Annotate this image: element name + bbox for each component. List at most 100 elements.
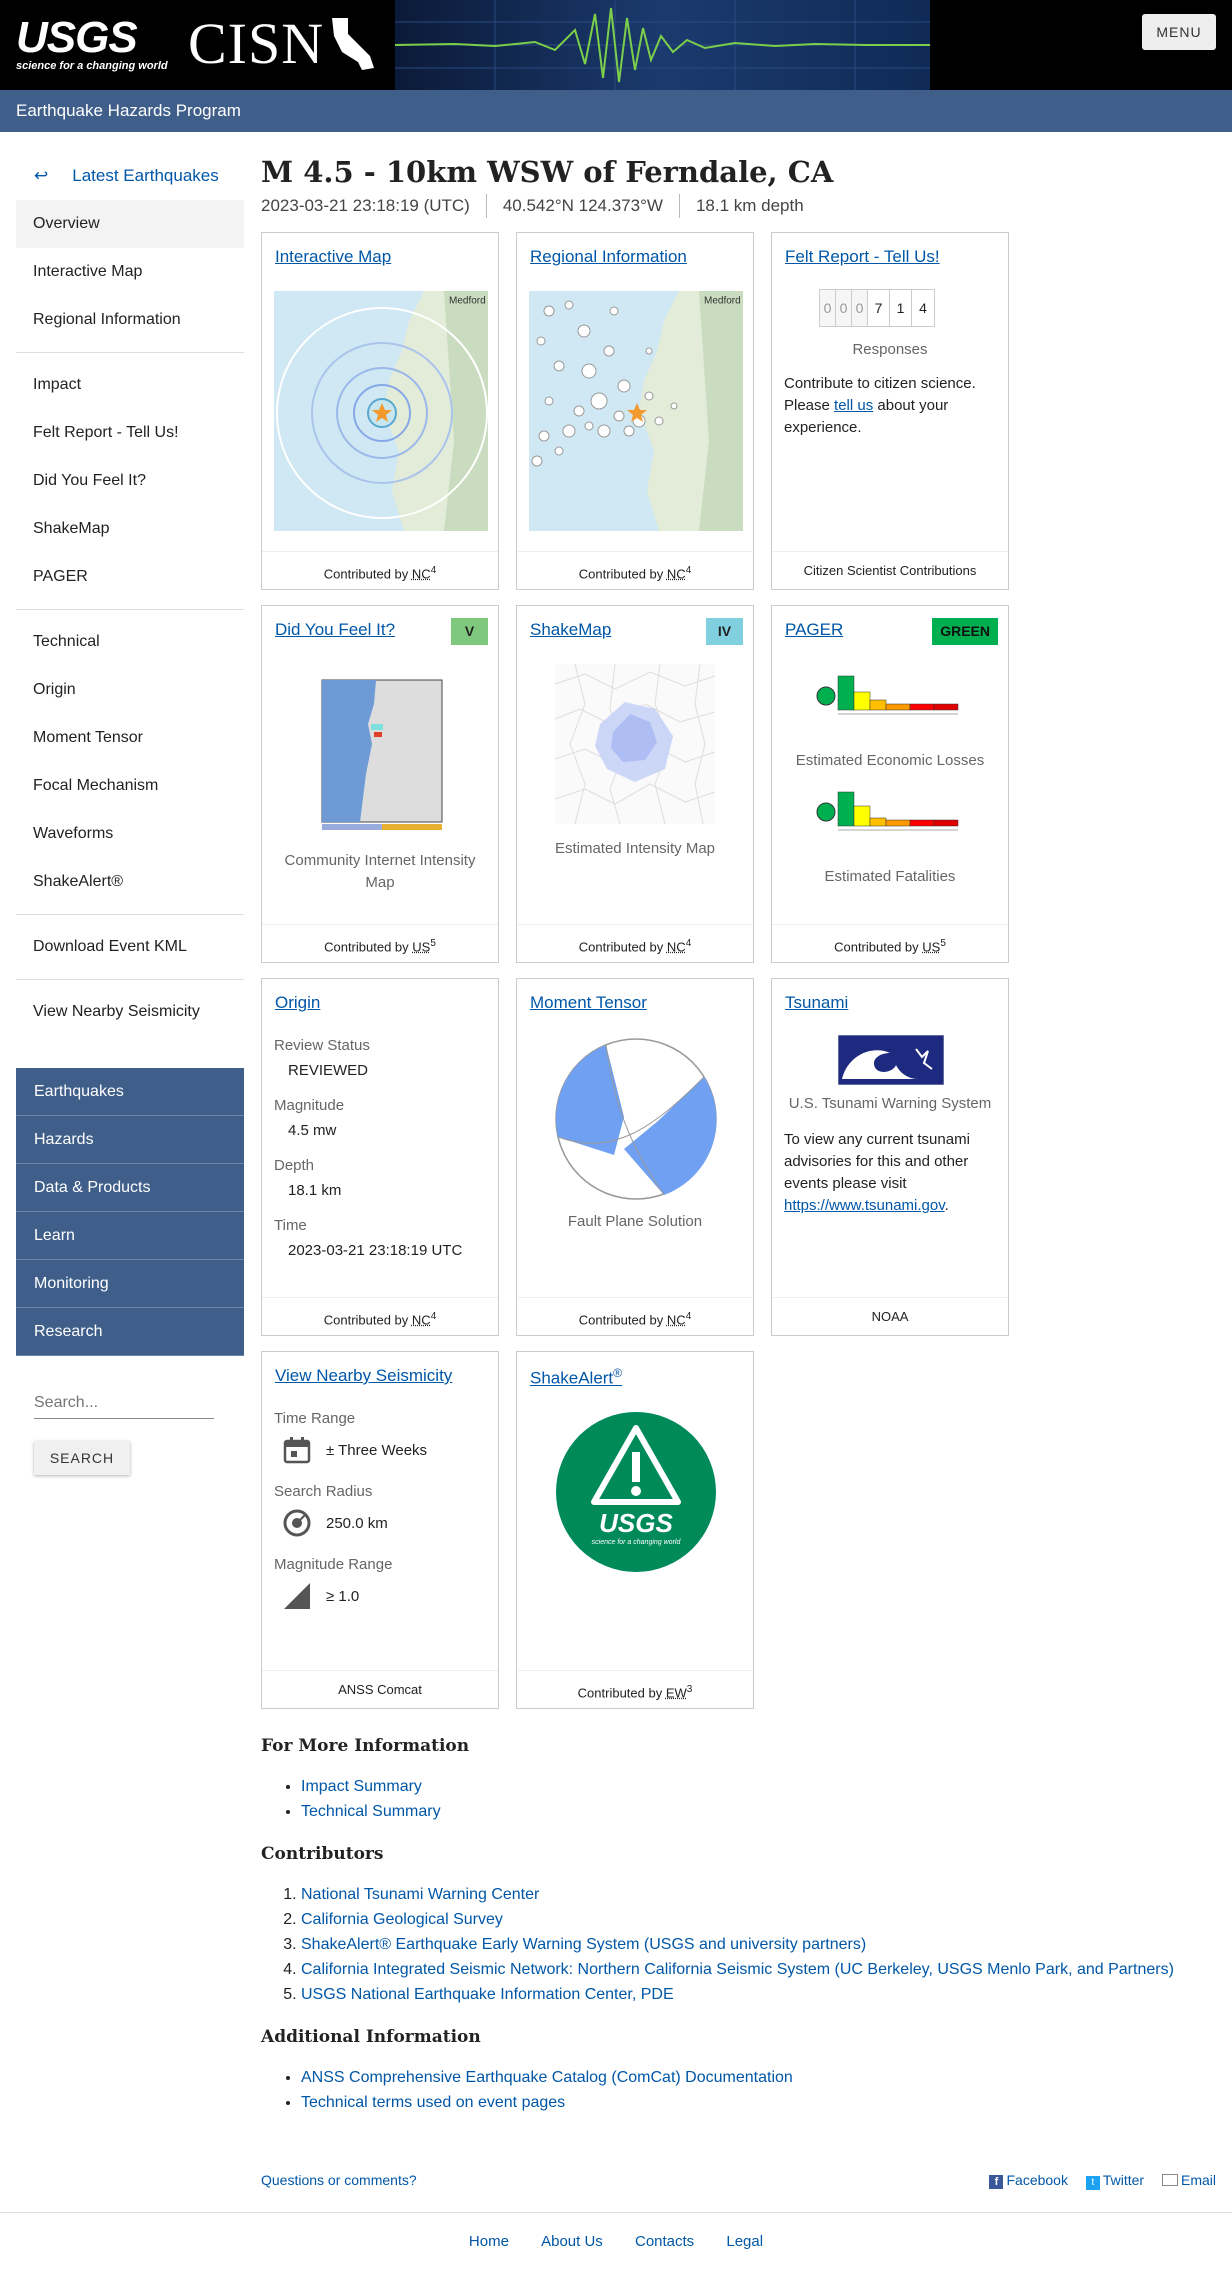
shakemap-thumbnail[interactable] (555, 664, 715, 824)
footer-home-link[interactable]: Home (469, 2233, 509, 2250)
card-dyfi[interactable]: Did You Feel It? V Community Internet In… (261, 605, 499, 963)
sidebar-item-waveforms[interactable]: Waveforms (16, 810, 244, 858)
sidebar-item-felt-report[interactable]: Felt Report - Tell Us! (16, 409, 244, 457)
contributor-code[interactable]: US (412, 939, 430, 954)
contributor-ref[interactable]: 4 (686, 565, 692, 576)
card-regional-information[interactable]: Regional Information Medford Contributed… (516, 232, 754, 590)
tsunami-gov-link[interactable]: https://www.tsunami.gov (784, 1197, 945, 1214)
sidebar-item-shakealert[interactable]: ShakeAlert® (16, 858, 244, 906)
twitter-link[interactable]: t Twitter (1085, 2172, 1144, 2190)
questions-link[interactable]: Questions or comments? (261, 2172, 417, 2188)
contributor-code[interactable]: NC (667, 939, 686, 954)
sidebar-item-interactive-map[interactable]: Interactive Map (16, 248, 244, 296)
search-input[interactable] (34, 1388, 214, 1419)
usgs-logo[interactable]: USGS science for a changing world (16, 16, 172, 74)
sidebar-item-shakemap[interactable]: ShakeMap (16, 505, 244, 553)
sidebar-item-origin[interactable]: Origin (16, 666, 244, 714)
counter-digit: 0 (820, 290, 836, 326)
sidebar-item-technical[interactable]: Technical (16, 618, 244, 666)
card-title[interactable]: ShakeAlert® (530, 1366, 622, 1389)
sidebar-item-download-kml[interactable]: Download Event KML (16, 923, 244, 971)
sidebar: ↩ Latest Earthquakes Overview Interactive… (16, 152, 244, 1475)
contributor-code[interactable]: NC (667, 566, 686, 581)
seismogram-icon (395, 0, 930, 90)
card-title[interactable]: Tsunami (785, 993, 848, 1013)
card-title[interactable]: PAGER (785, 620, 843, 640)
shakealert-logo-icon[interactable]: USGS science for a changing world (554, 1410, 718, 1574)
contributor-code[interactable]: EW (666, 1685, 687, 1700)
sidebar-item-pager[interactable]: PAGER (16, 553, 244, 601)
section-nav-earthquakes[interactable]: Earthquakes (16, 1068, 244, 1116)
section-nav-research[interactable]: Research (16, 1308, 244, 1356)
contributor-code[interactable]: NC (667, 1312, 686, 1327)
card-shakealert[interactable]: ShakeAlert® USGS science for a changing … (516, 1351, 754, 1709)
cisn-logo[interactable]: CISN (188, 14, 378, 74)
card-title[interactable]: Interactive Map (275, 247, 391, 267)
contributor-ref[interactable]: 3 (687, 1684, 693, 1695)
card-title[interactable]: Felt Report - Tell Us! (785, 247, 940, 267)
sidebar-item-impact[interactable]: Impact (16, 361, 244, 409)
contributor-link[interactable]: National Tsunami Warning Center (301, 1886, 539, 1903)
card-tsunami[interactable]: Tsunami U.S. Tsunami Warning System To v… (771, 978, 1009, 1336)
menu-button[interactable]: MENU (1142, 14, 1216, 50)
impact-summary-link[interactable]: Impact Summary (301, 1778, 422, 1795)
program-title[interactable]: Earthquake Hazards Program (16, 101, 241, 120)
card-title[interactable]: Moment Tensor (530, 993, 647, 1013)
sidebar-item-nearby-seismicity[interactable]: View Nearby Seismicity (16, 988, 244, 1036)
contributor-ref[interactable]: 5 (430, 938, 436, 949)
contributor-ref[interactable]: 5 (940, 938, 946, 949)
facebook-link[interactable]: f Facebook (989, 2172, 1068, 2189)
contributor-code[interactable]: NC (412, 566, 431, 581)
time-range-row: ± Three Weeks (274, 1435, 488, 1465)
beachball-icon[interactable] (554, 1037, 718, 1201)
alert-level-badge: GREEN (932, 618, 998, 645)
sidebar-item-dyfi[interactable]: Did You Feel It? (16, 457, 244, 505)
sidebar-item-moment-tensor[interactable]: Moment Tensor (16, 714, 244, 762)
email-link[interactable]: Email (1161, 2172, 1216, 2188)
contributor-code[interactable]: US (922, 939, 940, 954)
technical-summary-link[interactable]: Technical Summary (301, 1803, 441, 1820)
contributor-code[interactable]: NC (412, 1312, 431, 1327)
section-nav-learn[interactable]: Learn (16, 1212, 244, 1260)
dyfi-map-thumbnail[interactable] (316, 664, 446, 834)
regional-map-thumbnail[interactable]: Medford (529, 291, 743, 531)
sidebar-item-overview[interactable]: Overview (16, 200, 244, 248)
card-interactive-map[interactable]: Interactive Map Medford Contributed by N… (261, 232, 499, 590)
section-nav-monitoring[interactable]: Monitoring (16, 1260, 244, 1308)
card-shakemap[interactable]: ShakeMap IV Estimated Intensity Map Cont… (516, 605, 754, 963)
event-time: 2023-03-21 23:18:19 (UTC) (261, 196, 470, 215)
contributor-link[interactable]: California Geological Survey (301, 1911, 503, 1928)
tell-us-link[interactable]: tell us (834, 397, 873, 414)
card-pager[interactable]: PAGER GREEN Estimated Economic Losses Es… (771, 605, 1009, 963)
interactive-map-thumbnail[interactable]: Medford (274, 291, 488, 531)
footer-about-link[interactable]: About Us (541, 2233, 603, 2250)
footer-contacts-link[interactable]: Contacts (635, 2233, 694, 2250)
sidebar-item-focal-mechanism[interactable]: Focal Mechanism (16, 762, 244, 810)
contributor-link[interactable]: USGS National Earthquake Information Cen… (301, 1986, 674, 2003)
technical-terms-link[interactable]: Technical terms used on event pages (301, 2094, 565, 2111)
contributor-ref[interactable]: 4 (431, 1311, 437, 1322)
dyfi-caption: Community Internet Intensity Map (284, 852, 476, 891)
card-origin[interactable]: Origin Review Status REVIEWED Magnitude … (261, 978, 499, 1336)
card-moment-tensor[interactable]: Moment Tensor Fault Plane Solution Contr… (516, 978, 754, 1336)
card-title[interactable]: ShakeMap (530, 620, 611, 640)
contributor-link[interactable]: ShakeAlert® Earthquake Early Warning Sys… (301, 1936, 866, 1953)
contributor-link[interactable]: California Integrated Seismic Network: N… (301, 1961, 1174, 1978)
contributor-ref[interactable]: 4 (431, 565, 437, 576)
card-title[interactable]: Did You Feel It? (275, 620, 395, 640)
comcat-documentation-link[interactable]: ANSS Comprehensive Earthquake Catalog (C… (301, 2069, 793, 2086)
search-button[interactable]: SEARCH (34, 1441, 130, 1475)
card-title[interactable]: Regional Information (530, 247, 687, 267)
card-felt-report[interactable]: Felt Report - Tell Us! 0 0 0 7 1 4 Respo… (771, 232, 1009, 590)
more-info-heading: For More Information (261, 1736, 470, 1756)
footer-legal-link[interactable]: Legal (726, 2233, 763, 2250)
section-nav-data-products[interactable]: Data & Products (16, 1164, 244, 1212)
contributor-ref[interactable]: 4 (686, 938, 692, 949)
sidebar-item-regional-information[interactable]: Regional Information (16, 296, 244, 344)
card-title[interactable]: View Nearby Seismicity (275, 1366, 452, 1386)
card-nearby-seismicity[interactable]: View Nearby Seismicity Time Range ± Thre… (261, 1351, 499, 1709)
back-to-latest-link[interactable]: ↩ Latest Earthquakes (16, 152, 244, 200)
section-nav-hazards[interactable]: Hazards (16, 1116, 244, 1164)
card-title[interactable]: Origin (275, 993, 320, 1013)
contributor-ref[interactable]: 4 (686, 1311, 692, 1322)
